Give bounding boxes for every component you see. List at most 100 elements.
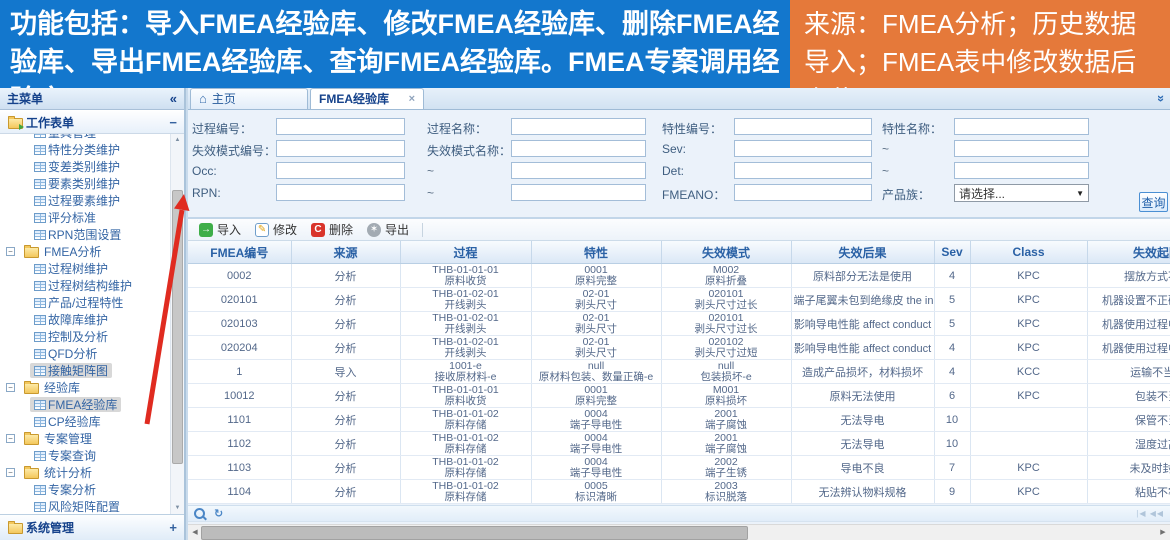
collapse-node-icon[interactable]: − [6,383,15,392]
column-header[interactable]: FMEA编号 [188,241,291,264]
field-rpn-from-input[interactable] [276,184,405,201]
table-cell: 10012 [188,384,291,408]
edit-button[interactable]: ✎修改 [248,221,304,238]
sidebar-item-control-and-analysis[interactable]: 控制及分析 [0,328,184,345]
close-tab-icon[interactable]: × [409,89,415,109]
field-occ-from-input[interactable] [276,162,405,179]
table-row[interactable]: 1102分析THB-01-01-02原料存储0004端子导电性2001端子腐蚀无… [188,432,1170,456]
field-fmeano-label: FMEANO： [662,186,725,203]
panel-system-management[interactable]: 系统管理 + [0,514,184,540]
sidebar-item-gauge-management[interactable]: 量具管理 [0,134,184,141]
table-cell: 导电不良 [791,456,934,480]
chevron-double-down-icon[interactable]: » [1154,95,1169,102]
sidebar-item-risk-matrix-config[interactable]: 风险矩阵配置 [0,498,184,514]
sidebar-item-project-query[interactable]: 专案查询 [0,447,184,464]
import-button[interactable]: →导入 [192,221,248,238]
top-banner: 功能包括：导入FMEA经验库、修改FMEA经验库、删除FMEA经验库、导出FME… [0,0,1170,88]
table-row[interactable]: 1导入1001-e接收原材料-enull原材料包装、数量正确-enull包装损坏… [188,360,1170,384]
sidebar-item-project-management[interactable]: −专案管理 [0,430,184,447]
table-row[interactable]: 020101分析THB-01-02-01开线剥头02-01剥头尺寸020101剥… [188,288,1170,312]
sidebar-item-experience-library[interactable]: −经验库 [0,379,184,396]
table-cell: 1104 [188,480,291,504]
table-row[interactable]: 1101分析THB-01-01-02原料存储0004端子导电性2001端子腐蚀无… [188,408,1170,432]
scrollbar-thumb[interactable] [201,526,748,540]
table-row[interactable]: 020204分析THB-01-02-01开线剥头02-01剥头尺寸020102剥… [188,336,1170,360]
pager-icons[interactable]: |◀ ◀◀ [1136,509,1164,518]
column-header[interactable]: Class [970,241,1087,264]
sidebar-item-rpn-range-setting[interactable]: RPN范围设置 [0,226,184,243]
query-button[interactable]: 查询 [1139,192,1168,212]
sidebar-item-variation-category-maintain[interactable]: 变差类别维护 [0,158,184,175]
scrollbar-thumb[interactable] [172,190,183,464]
sidebar-item-product-process-characteristic[interactable]: 产品/过程特性 [0,294,184,311]
field-product-family-select[interactable]: 请选择...▼ [954,184,1089,202]
sidebar-item-characteristic-category-maintain[interactable]: 特性分类维护 [0,141,184,158]
sidebar-item-process-tree-maintain[interactable]: 过程树维护 [0,260,184,277]
sidebar-item-contact-matrix[interactable]: 接触矩阵图 [0,362,184,379]
field-det-to-input[interactable] [954,162,1089,179]
scroll-down-icon[interactable]: ▼ [171,502,184,514]
column-header[interactable]: 失效模式 [661,241,791,264]
table-row[interactable]: 1104分析THB-01-01-02原料存储0005标识清晰2003标识脱落无法… [188,480,1170,504]
column-header[interactable]: 特性 [531,241,661,264]
table-row[interactable]: 0002分析THB-01-01-01原料收货0001原料完整M002原料折叠原料… [188,264,1170,288]
horizontal-scrollbar[interactable]: ◀ ▶ [188,524,1170,540]
tab-fmea-experience-library[interactable]: FMEA经验库 × [310,88,424,109]
sidebar-item-qfd-analysis[interactable]: QFD分析 [0,345,184,362]
column-header[interactable]: 来源 [291,241,400,264]
sidebar-item-project-analysis[interactable]: 专案分析 [0,481,184,498]
table-cell: 粘贴不牢 [1087,480,1170,504]
table-header-row: FMEA编号来源过程特性失效模式失效后果SevClass失效起因 [188,241,1170,264]
field-det-from-input[interactable] [734,162,872,179]
field-characteristic-code-input[interactable] [734,118,872,135]
scroll-up-icon[interactable]: ▲ [171,134,184,146]
collapse-panel-icon[interactable]: − [169,115,177,130]
scroll-left-icon[interactable]: ◀ [188,525,202,540]
search-icon[interactable] [194,508,205,519]
sidebar-item-statistics-analysis[interactable]: −统计分析 [0,464,184,481]
table-cell: 机器使用过程中不稳定 [1087,312,1170,336]
field-fmeano-input[interactable] [734,184,872,201]
scroll-right-icon[interactable]: ▶ [1156,525,1170,540]
table-cell: 2001端子腐蚀 [661,432,791,456]
column-header[interactable]: 失效起因 [1087,241,1170,264]
field-characteristic-name-input[interactable] [954,118,1089,135]
field-failure-mode-name-input[interactable] [511,140,646,157]
field-sev-to-input[interactable] [954,140,1089,157]
field-process-name-input[interactable] [511,118,646,135]
field-failure-mode-code-input[interactable] [276,140,405,157]
sidebar-item-cp-experience-library[interactable]: CP经验库 [0,413,184,430]
table-cell: 020102剥头尺寸过短 [661,336,791,360]
collapse-sidebar-icon[interactable]: « [170,88,177,109]
field-rpn-to-input[interactable] [511,184,646,201]
field-process-code-input[interactable] [276,118,405,135]
table-row[interactable]: 10012分析THB-01-01-01原料收货0001原料完整M001原料损坏原… [188,384,1170,408]
delete-button[interactable]: C删除 [304,221,360,238]
sidebar-item-scoring-standard[interactable]: 评分标准 [0,209,184,226]
column-header[interactable]: Sev [934,241,970,264]
column-header[interactable]: 失效后果 [791,241,934,264]
table-row[interactable]: 1103分析THB-01-01-02原料存储0004端子导电性2002端子生锈导… [188,456,1170,480]
sidebar-item-element-category-maintain[interactable]: 要素类别维护 [0,175,184,192]
collapse-node-icon[interactable]: − [6,468,15,477]
sidebar-item-process-element-maintain[interactable]: 过程要素维护 [0,192,184,209]
sidebar-item-fmea-analysis[interactable]: −FMEA分析 [0,243,184,260]
sidebar-item-failure-library-maintain[interactable]: 故障库维护 [0,311,184,328]
refresh-icon[interactable]: ↻ [214,507,223,520]
collapse-node-icon[interactable]: − [6,247,15,256]
table-cell: 020101 [188,288,291,312]
column-header[interactable]: 过程 [400,241,531,264]
expand-panel-icon[interactable]: + [169,520,177,535]
button-label: 导入 [217,221,241,238]
field-occ-to-input[interactable] [511,162,646,179]
table-icon [34,400,46,410]
sidebar-scrollbar[interactable]: ▲ ▼ [170,134,184,514]
field-sev-from-input[interactable] [734,140,872,157]
table-row[interactable]: 020103分析THB-01-02-01开线剥头02-01剥头尺寸020101剥… [188,312,1170,336]
sidebar-item-process-tree-structure-maintain[interactable]: 过程树结构维护 [0,277,184,294]
export-button[interactable]: ✶导出 [360,221,416,238]
collapse-node-icon[interactable]: − [6,434,15,443]
panel-worksheet-forms[interactable]: 工作表单 − [0,111,184,134]
tab-home[interactable]: ⌂ 主页 [190,88,308,109]
sidebar-item-fmea-experience-library[interactable]: FMEA经验库 [0,396,184,413]
